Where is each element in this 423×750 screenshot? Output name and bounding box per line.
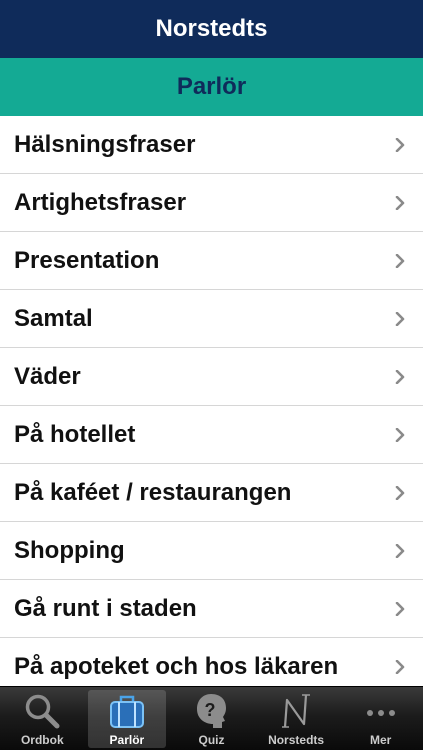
tab-bar: Ordbok Parlör ? Quiz Norstedts Mer [0,686,423,750]
tab-norstedts[interactable]: Norstedts [254,687,339,750]
list-item-pa-apoteket[interactable]: På apoteket och hos läkaren [0,638,423,686]
list-item-shopping[interactable]: Shopping [0,522,423,580]
tab-quiz[interactable]: ? Quiz [169,687,254,750]
chevron-right-icon [395,485,405,500]
list-item-label: Samtal [14,304,93,332]
list-item-label: Shopping [14,536,125,564]
chevron-right-icon [395,311,405,326]
chevron-right-icon [395,427,405,442]
svg-text:?: ? [205,700,216,720]
tab-label: Quiz [198,733,225,747]
section-header: Parlör [0,58,423,116]
question-head-icon: ? [197,694,227,728]
tab-mer[interactable]: Mer [338,687,423,750]
navigation-bar: Norstedts [0,0,423,58]
tab-label: Ordbok [20,733,64,747]
tab-label: Mer [370,733,392,747]
list-item-label: På apoteket och hos läkaren [14,652,339,680]
norstedts-logo-icon [282,694,311,728]
tab-label: Norstedts [268,733,325,747]
chevron-right-icon [395,253,405,268]
app-screen: Norstedts Parlör Hälsningsfraser Artighe… [0,0,423,750]
tab-parlor[interactable]: Parlör [85,687,170,750]
list-item-label: På hotellet [14,420,136,448]
list-item-label: Presentation [14,246,160,274]
chevron-right-icon [395,543,405,558]
search-icon [26,694,60,729]
chevron-right-icon [395,601,405,616]
list-item-pa-hotellet[interactable]: På hotellet [0,406,423,464]
list-item-label: Väder [14,362,81,390]
phrase-category-list: Hälsningsfraser Artighetsfraser Presenta… [0,116,423,686]
chevron-right-icon [395,195,405,210]
list-item-samtal[interactable]: Samtal [0,290,423,348]
tab-ordbok[interactable]: Ordbok [0,687,85,750]
list-item-label: Artighetsfraser [14,188,187,216]
chevron-right-icon [395,137,405,152]
section-title: Parlör [176,73,247,100]
app-title: Norstedts [155,15,268,42]
tab-label: Parlör [109,733,145,747]
chevron-right-icon [395,659,405,674]
list-item-vader[interactable]: Väder [0,348,423,406]
list-item-pa-kafeet-restaurangen[interactable]: På kaféet / restaurangen [0,464,423,522]
suitcase-icon [109,695,144,728]
list-item-label: Hälsningsfraser [14,130,196,158]
more-icon [366,710,395,716]
list-item-ga-runt-i-staden[interactable]: Gå runt i staden [0,580,423,638]
chevron-right-icon [395,369,405,384]
list-item-label: Gå runt i staden [14,594,197,622]
list-item-halsningsfraser[interactable]: Hälsningsfraser [0,116,423,174]
list-item-presentation[interactable]: Presentation [0,232,423,290]
list-item-artighetsfraser[interactable]: Artighetsfraser [0,174,423,232]
list-item-label: På kaféet / restaurangen [14,478,292,506]
